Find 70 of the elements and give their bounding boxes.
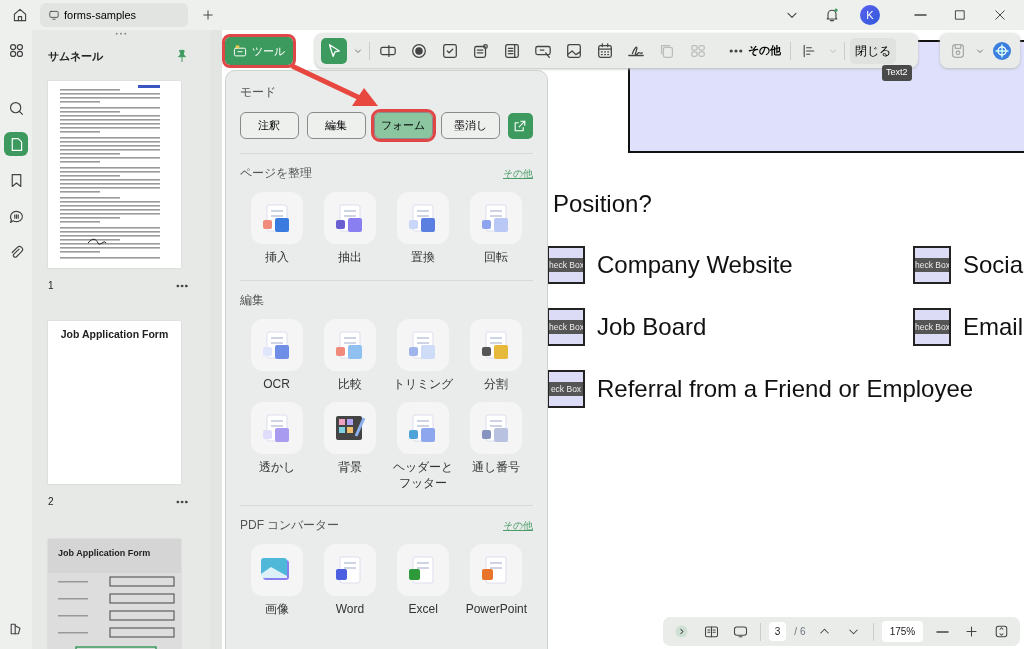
section-title: 編集 [240,291,264,309]
mode-button[interactable]: 墨消し [440,112,500,139]
checkbox-icon [441,41,459,60]
tooltip: Text2 [882,65,912,81]
close-icon [993,8,1007,22]
fit-icon [993,624,1009,639]
more-icon [175,498,189,505]
page-total: / 6 [794,625,806,639]
tool-tile[interactable]: 透かし [240,402,314,492]
calendar-icon [596,41,614,60]
checkbox-field[interactable]: eck Box [547,370,585,408]
section-title: モード [240,84,277,101]
minimize-icon [913,14,927,16]
plus-icon [964,624,980,639]
panel-title: サムネール [48,49,103,65]
mode-button[interactable]: フォーム [373,112,433,139]
page-thumbnail[interactable]: Job Application Form [48,539,181,649]
document-tab[interactable]: forms-samples [40,3,188,27]
mode-button[interactable]: 編集 [306,112,366,139]
chevron-right-icon [674,624,690,639]
mode-button[interactable]: 注釈 [240,112,299,139]
page-thumbnail[interactable]: Job Application Form [48,321,181,484]
open-button[interactable] [507,112,533,139]
search-icon [7,99,25,117]
grid-icon [7,41,25,59]
two-page-icon [703,624,719,639]
page-number-field[interactable]: 3 [768,622,787,641]
tool-tile[interactable]: 通し番号 [459,402,533,492]
align-icon [801,42,817,59]
list-box-icon [503,41,521,60]
home-icon [12,7,28,23]
minus-icon [935,630,949,633]
option-label: Socia [963,250,1024,280]
checkbox-field[interactable]: heck Box [547,246,585,284]
section-title: PDF コンバーター [240,517,340,535]
zoom-field[interactable]: 175% [881,621,924,642]
radio-icon [410,41,428,60]
question-text: Position? [553,189,652,219]
section-title: ページを整理 [240,165,312,182]
drag-handle-icon [113,32,129,36]
checkbox-field[interactable]: heck Box [547,308,585,346]
image-icon [565,41,583,60]
bell-icon [824,7,840,23]
plus-icon [201,8,215,22]
page-heading: Job Application Form [59,327,170,343]
monitor-icon [48,9,60,21]
more-icon [175,282,189,289]
page-number: 1 [48,279,54,294]
avatar[interactable]: K [860,5,880,25]
tools-button[interactable]: ツール [225,37,293,65]
assistant-icon [991,40,1012,61]
option-label: Email [963,312,1023,342]
checkbox-field[interactable]: heck Box [913,308,951,346]
option-label: Job Board [597,312,707,342]
maximize-icon [953,8,967,22]
tool-tile[interactable]: 背景 [313,402,387,492]
toolbox-icon [233,43,247,59]
pin-icon [175,48,189,65]
checkbox-field[interactable]: heck Box [913,246,951,284]
page-heading: Job Application Form [48,539,181,573]
sidebar-icon [8,621,24,637]
page-thumbnail[interactable] [48,81,181,269]
screen-icon [733,624,749,639]
close-button[interactable]: 閉じる [850,37,896,64]
page-number: 2 [48,495,54,509]
more-button[interactable]: その他 [724,42,785,59]
option-label: Referral from a Friend or Employee [597,374,974,404]
tool-tile[interactable]: ヘッダーとフッター [386,402,460,492]
combo-box-icon [472,41,490,60]
option-label: Company Website [597,250,793,280]
